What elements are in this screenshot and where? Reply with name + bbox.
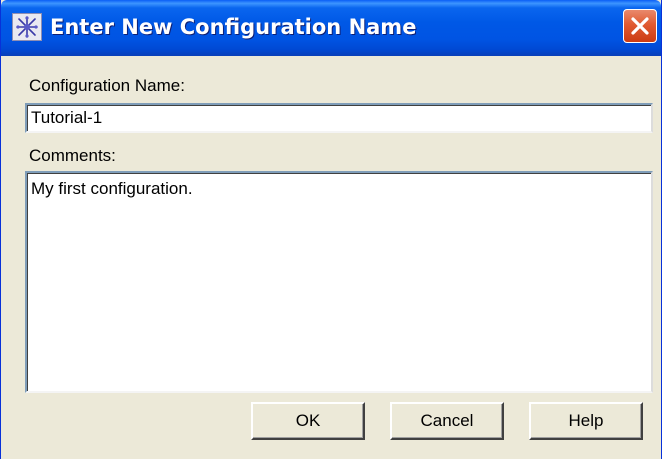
config-name-label: Configuration Name:	[29, 76, 185, 95]
app-logo-icon	[12, 13, 42, 41]
title-bar[interactable]: Enter New Configuration Name	[1, 0, 661, 56]
comments-textarea[interactable]: My first configuration.	[25, 171, 653, 393]
cancel-button[interactable]: Cancel	[390, 402, 504, 440]
close-button[interactable]	[623, 9, 657, 43]
dialog-window: Enter New Configuration Name Configurati…	[0, 0, 662, 459]
help-button[interactable]: Help	[529, 402, 643, 440]
window-title: Enter New Configuration Name	[50, 15, 417, 39]
comments-label: Comments:	[29, 146, 116, 165]
ok-button[interactable]: OK	[251, 402, 365, 440]
close-icon	[631, 17, 649, 35]
config-name-input[interactable]	[25, 103, 653, 133]
